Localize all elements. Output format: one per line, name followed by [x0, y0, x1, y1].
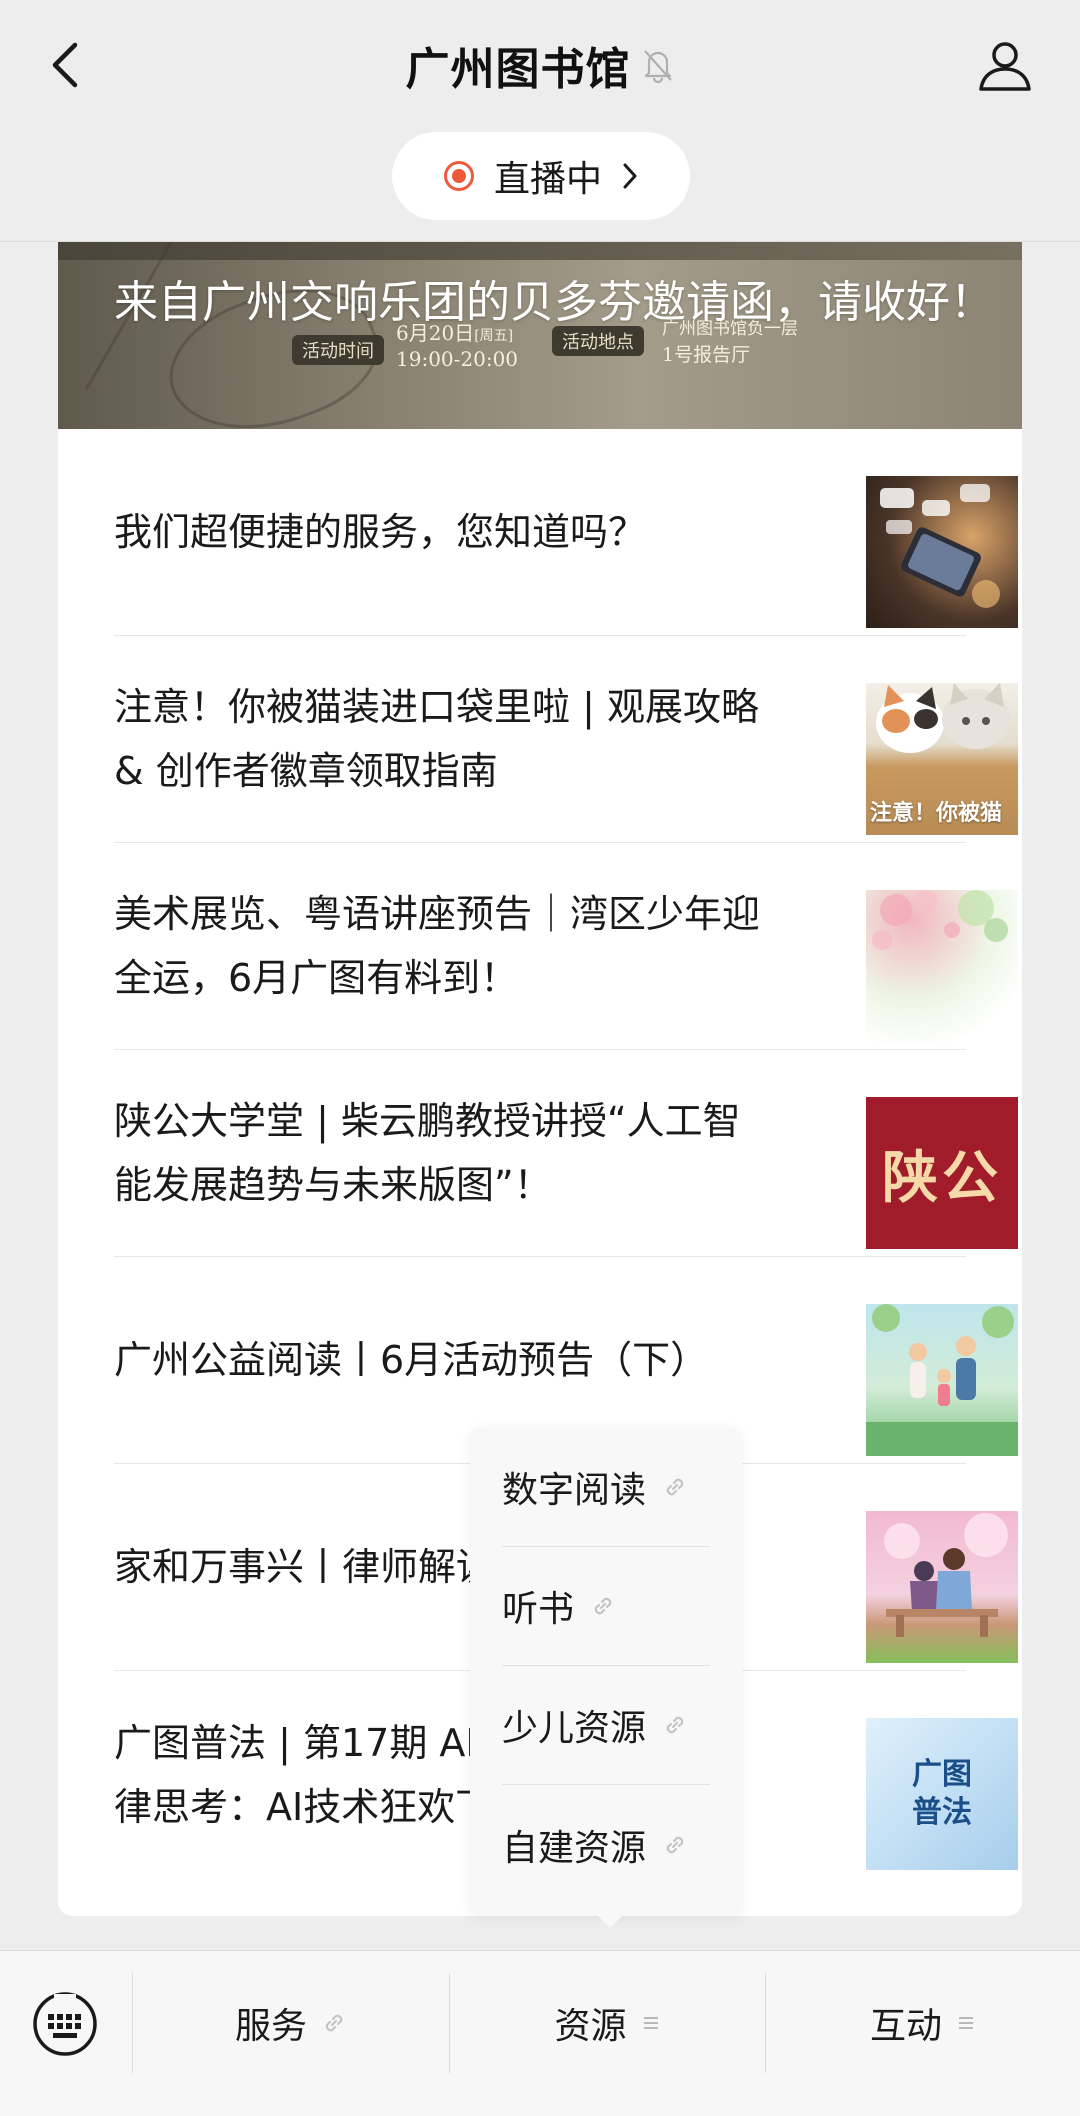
link-icon: [594, 1597, 612, 1615]
bottom-menu-bar: 服务 资源 互动: [0, 1950, 1080, 2116]
chevron-right-icon: [623, 163, 637, 189]
live-dot-icon: [443, 161, 474, 191]
article-thumbnail: 广图 普法: [866, 1718, 1018, 1870]
article-title: 美术展览、粤语讲座预告｜湾区少年迎全运，6月广图有料到！: [114, 892, 761, 1000]
link-icon: [666, 1716, 684, 1734]
article-title: 注意！你被猫装进口袋里啦 | 观展攻略 & 创作者徽章领取指南: [114, 685, 759, 793]
article-thumbnail: [866, 1511, 1018, 1663]
banner-top-strip: [58, 240, 1022, 260]
submenu-item-label: 听书: [502, 1589, 575, 1630]
menu-tab-services[interactable]: 服务: [133, 1973, 449, 2073]
menu-tab-label: 资源: [554, 2006, 627, 2047]
article-item[interactable]: 陕公大学堂 | 柴云鹏教授讲授“人工智能发展趋势与未来版图”！ 陕公: [114, 1050, 1018, 1257]
article-title: 广州公益阅读丨6月活动预告（下）: [114, 1338, 709, 1382]
submenu-item-self-built-resources[interactable]: 自建资源: [502, 1785, 710, 1904]
article-title: 我们超便捷的服务，您知道吗？: [114, 510, 647, 554]
blossom-illustration: [872, 890, 1008, 950]
menu-tab-label: 服务: [234, 2006, 307, 2047]
menu-lines-icon: [643, 2017, 658, 2029]
banner-time: 19:00-20:00: [396, 347, 519, 371]
thumbnail-text-line1: 广图: [912, 1757, 972, 1792]
menu-lines-icon: [959, 2017, 973, 2029]
top-bar: 广州图书馆 直播中: [0, 0, 1080, 242]
menu-tab-resources[interactable]: 资源: [450, 1973, 765, 2073]
submenu-item-digital-reading[interactable]: 数字阅读: [502, 1428, 710, 1547]
live-label: 直播中: [493, 159, 602, 200]
phone-chat-illustration: [880, 484, 1000, 608]
article-item[interactable]: 我们超便捷的服务，您知道吗？: [114, 429, 1018, 636]
user-icon: [979, 42, 1031, 91]
submenu-item-children-resources[interactable]: 少儿资源: [502, 1666, 710, 1785]
thumbnail-text-line2: 普法: [912, 1795, 972, 1830]
article-title: 陕公大学堂 | 柴云鹏教授讲授“人工智能发展趋势与未来版图”！: [114, 1099, 741, 1207]
banner-article[interactable]: 活动时间 6月20日[周五] 19:00-20:00 活动地点 广州图书馆负一层…: [58, 240, 1022, 429]
submenu-item-audiobooks[interactable]: 听书: [502, 1547, 710, 1666]
article-thumbnail: [866, 1304, 1018, 1456]
link-icon: [666, 1836, 684, 1853]
link-icon: [666, 1478, 684, 1496]
family-illustration: [866, 1304, 1018, 1456]
keyboard-icon: [33, 1992, 97, 2056]
submenu-item-label: 自建资源: [502, 1827, 647, 1869]
banner-time-tag: 活动时间: [292, 335, 384, 365]
article-item[interactable]: 美术展览、粤语讲座预告｜湾区少年迎全运，6月广图有料到！: [114, 843, 1018, 1050]
page-title: 广州图书馆: [405, 44, 631, 95]
menu-tab-interaction[interactable]: 互动: [766, 1973, 1080, 2073]
link-icon: [325, 2014, 343, 2032]
submenu-item-label: 数字阅读: [502, 1470, 647, 1511]
article-thumbnail: [866, 890, 1018, 1042]
menu-tab-label: 互动: [869, 2006, 942, 2047]
banner-place-line2: 1号报告厅: [662, 344, 751, 366]
thumbnail-logo-text: 广图 普法: [912, 1756, 972, 1832]
article-thumbnail: [866, 476, 1018, 628]
thumbnail-logo-text: 陕公: [882, 1144, 1002, 1211]
profile-button[interactable]: [970, 30, 1040, 100]
title-area: 广州图书馆: [0, 30, 1080, 100]
banner-title: 来自广州交响乐团的贝多芬邀请函，请收好！: [114, 277, 994, 328]
bell-muted-icon: [643, 50, 672, 83]
submenu-item-label: 少儿资源: [502, 1708, 647, 1749]
thumbnail-caption: 注意！你被猫: [870, 801, 1003, 826]
keyboard-toggle-button[interactable]: [30, 1989, 100, 2059]
resources-submenu: 数字阅读 听书 少儿资源 自建资源: [470, 1428, 742, 1928]
live-button[interactable]: 直播中: [392, 132, 690, 220]
article-thumbnail: 陕公: [866, 1097, 1018, 1249]
article-thumbnail: 注意！你被猫: [866, 683, 1018, 835]
article-item[interactable]: 注意！你被猫装进口袋里啦 | 观展攻略 & 创作者徽章领取指南 注意！你被猫: [114, 636, 1018, 843]
couple-bench-illustration: [884, 1513, 1008, 1637]
